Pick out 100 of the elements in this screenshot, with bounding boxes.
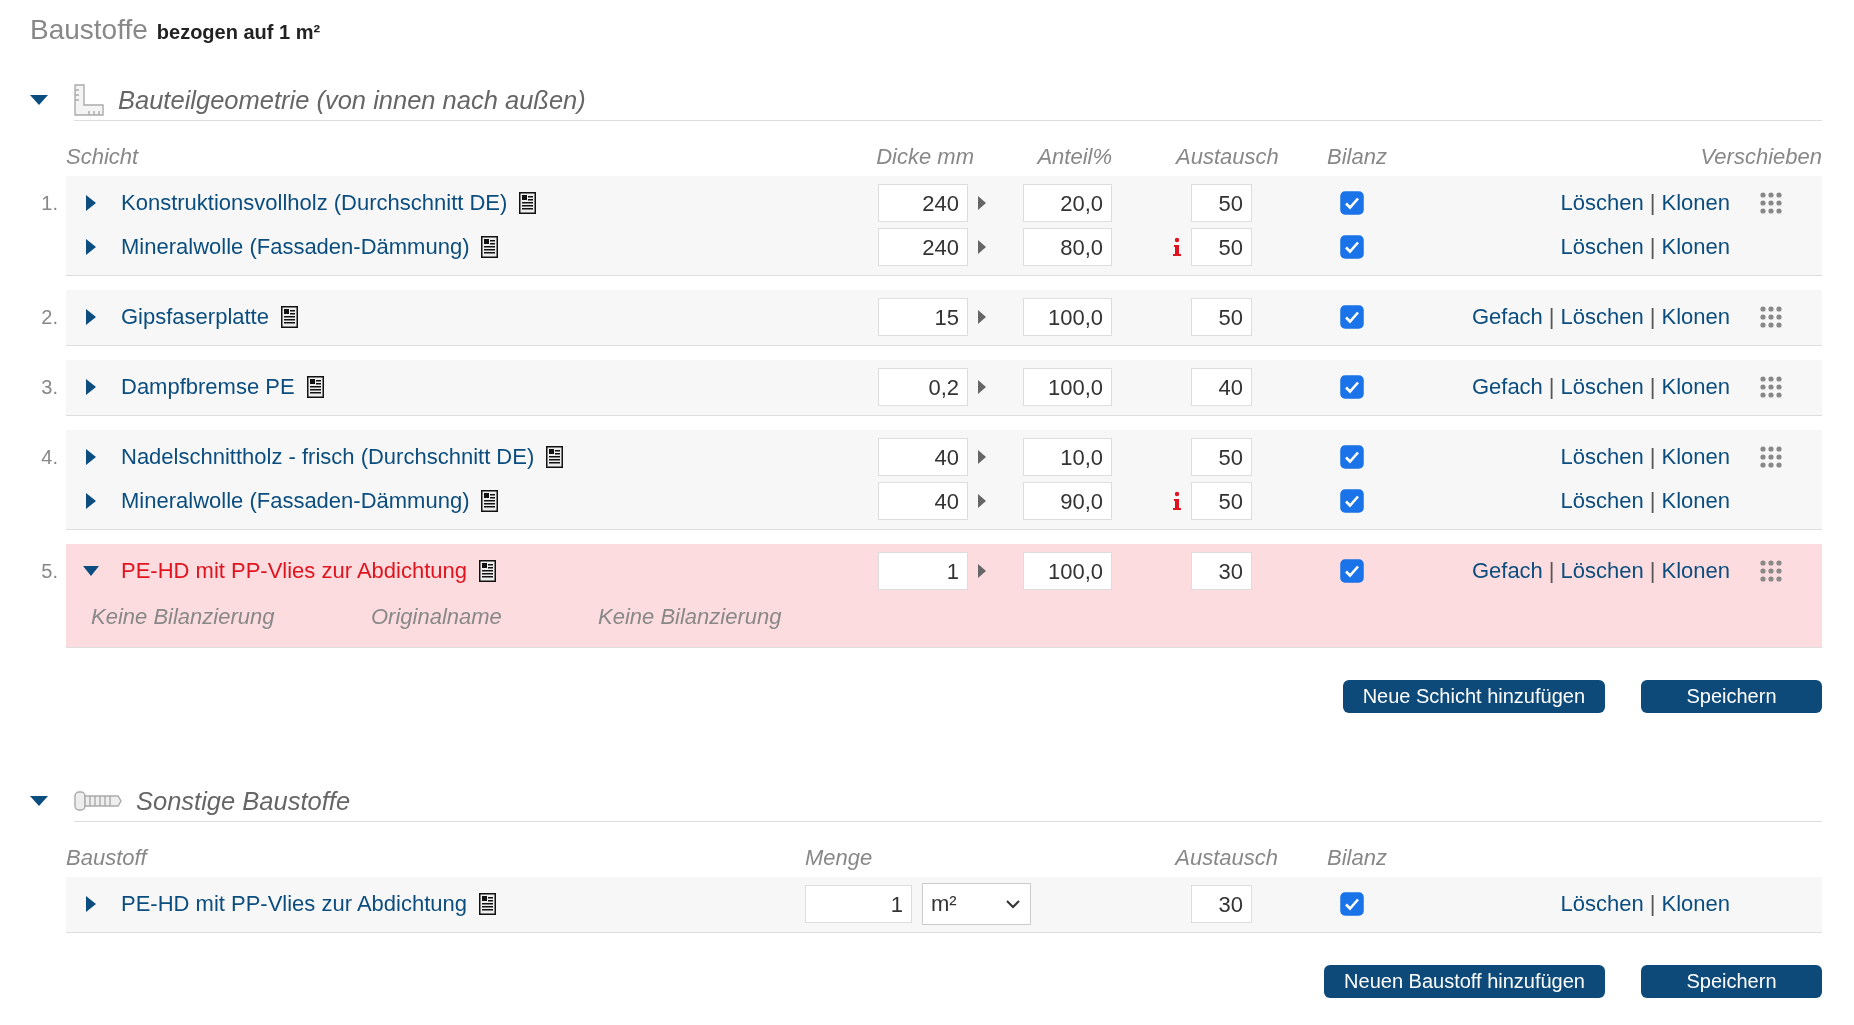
layer-number: 3.: [40, 375, 59, 400]
save-button[interactable]: Speichern: [1641, 965, 1822, 998]
checkbox[interactable]: [1340, 489, 1364, 513]
material-link[interactable]: PE-HD mit PP-Vlies zur Abdichtung: [121, 558, 468, 584]
caret-icon[interactable]: [978, 450, 986, 464]
caret-icon[interactable]: [978, 196, 986, 210]
link[interactable]: Löschen: [1560, 444, 1644, 470]
link[interactable]: Klonen: [1661, 374, 1730, 400]
link[interactable]: Löschen: [1560, 234, 1644, 260]
input-field[interactable]: 10,0: [1023, 438, 1112, 476]
caret-icon[interactable]: [86, 239, 96, 255]
input-field[interactable]: 15: [878, 298, 968, 336]
caret-icon[interactable]: [86, 195, 96, 211]
drag-handle-icon[interactable]: [1760, 446, 1782, 468]
checkbox[interactable]: [1340, 892, 1364, 916]
input-field[interactable]: 30: [1191, 885, 1252, 923]
material-link[interactable]: PE-HD mit PP-Vlies zur Abdichtung: [121, 891, 468, 917]
separator: |: [1649, 558, 1656, 584]
checkbox[interactable]: [1340, 305, 1364, 329]
link[interactable]: Klonen: [1661, 234, 1730, 260]
link[interactable]: Klonen: [1661, 190, 1730, 216]
link[interactable]: Löschen: [1560, 190, 1644, 216]
checkbox[interactable]: [1340, 445, 1364, 469]
caret-icon[interactable]: [83, 566, 99, 576]
input-field[interactable]: 50: [1191, 482, 1252, 520]
page-title: Baustoffe: [30, 14, 148, 46]
link[interactable]: Löschen: [1560, 488, 1644, 514]
caret-icon[interactable]: [978, 240, 986, 254]
material-link[interactable]: Dampfbremse PE: [121, 374, 295, 400]
input-field[interactable]: 40: [878, 482, 968, 520]
caret-icon[interactable]: [86, 379, 96, 395]
document-icon[interactable]: [546, 446, 564, 468]
checkbox[interactable]: [1340, 235, 1364, 259]
caret-icon[interactable]: [30, 95, 48, 105]
checkbox[interactable]: [1340, 559, 1364, 583]
caret-icon[interactable]: [978, 380, 986, 394]
input-field[interactable]: 240: [878, 228, 968, 266]
unit-select[interactable]: m²: [922, 883, 1031, 925]
input-field[interactable]: 1: [805, 885, 912, 923]
chevron-icon[interactable]: [1006, 899, 1020, 909]
input-field[interactable]: 40: [878, 438, 968, 476]
save-button[interactable]: Speichern: [1641, 680, 1822, 713]
input-field[interactable]: 100,0: [1023, 552, 1112, 590]
drag-handle-icon[interactable]: [1760, 376, 1782, 398]
info-icon[interactable]: [1173, 237, 1181, 257]
material-link[interactable]: Mineralwolle (Fassaden-Dämmung): [121, 488, 470, 514]
material-link[interactable]: Gipsfaserplatte: [121, 304, 269, 330]
input-field[interactable]: 0,2: [878, 368, 968, 406]
document-icon[interactable]: [306, 376, 324, 398]
link[interactable]: Gefach: [1471, 558, 1543, 584]
input-field[interactable]: 50: [1191, 298, 1252, 336]
caret-icon[interactable]: [30, 796, 48, 806]
document-icon[interactable]: [481, 490, 499, 512]
caret-icon[interactable]: [86, 896, 96, 912]
caret-icon[interactable]: [978, 310, 986, 324]
input-field[interactable]: 50: [1191, 184, 1252, 222]
input-field[interactable]: 20,0: [1023, 184, 1112, 222]
drag-handle-icon[interactable]: [1760, 192, 1782, 214]
link[interactable]: Gefach: [1471, 374, 1543, 400]
separator: |: [1649, 234, 1656, 260]
info-icon[interactable]: [1173, 491, 1181, 511]
document-icon[interactable]: [479, 560, 497, 582]
link[interactable]: Klonen: [1661, 444, 1730, 470]
drag-handle-icon[interactable]: [1760, 560, 1782, 582]
input-field[interactable]: 90,0: [1023, 482, 1112, 520]
material-link[interactable]: Mineralwolle (Fassaden-Dämmung): [121, 234, 470, 260]
caret-icon[interactable]: [86, 493, 96, 509]
input-field[interactable]: 100,0: [1023, 368, 1112, 406]
link[interactable]: Klonen: [1661, 558, 1730, 584]
input-field[interactable]: 50: [1191, 228, 1252, 266]
link[interactable]: Löschen: [1560, 891, 1644, 917]
link[interactable]: Löschen: [1560, 304, 1644, 330]
caret-icon[interactable]: [86, 309, 96, 325]
input-field[interactable]: 50: [1191, 438, 1252, 476]
document-icon[interactable]: [479, 893, 497, 915]
link[interactable]: Klonen: [1661, 488, 1730, 514]
link[interactable]: Löschen: [1560, 374, 1644, 400]
caret-icon[interactable]: [978, 564, 986, 578]
input-field[interactable]: 240: [878, 184, 968, 222]
input-field[interactable]: 30: [1191, 552, 1252, 590]
add-button[interactable]: Neuen Baustoff hinzufügen: [1324, 965, 1605, 998]
link[interactable]: Gefach: [1471, 304, 1543, 330]
document-icon[interactable]: [280, 306, 298, 328]
document-icon[interactable]: [519, 192, 537, 214]
checkbox[interactable]: [1340, 191, 1364, 215]
input-field[interactable]: 100,0: [1023, 298, 1112, 336]
link[interactable]: Löschen: [1560, 558, 1644, 584]
drag-handle-icon[interactable]: [1760, 306, 1782, 328]
material-link[interactable]: Konstruktionsvollholz (Durchschnitt DE): [121, 190, 508, 216]
input-field[interactable]: 40: [1191, 368, 1252, 406]
input-field[interactable]: 80,0: [1023, 228, 1112, 266]
caret-icon[interactable]: [978, 494, 986, 508]
document-icon[interactable]: [481, 236, 499, 258]
link[interactable]: Klonen: [1661, 891, 1730, 917]
caret-icon[interactable]: [86, 449, 96, 465]
material-link[interactable]: Nadelschnittholz - frisch (Durchschnitt DE): [121, 444, 535, 470]
add-button[interactable]: Neue Schicht hinzufügen: [1342, 680, 1605, 713]
checkbox[interactable]: [1340, 375, 1364, 399]
input-field[interactable]: 1: [878, 552, 968, 590]
link[interactable]: Klonen: [1661, 304, 1730, 330]
